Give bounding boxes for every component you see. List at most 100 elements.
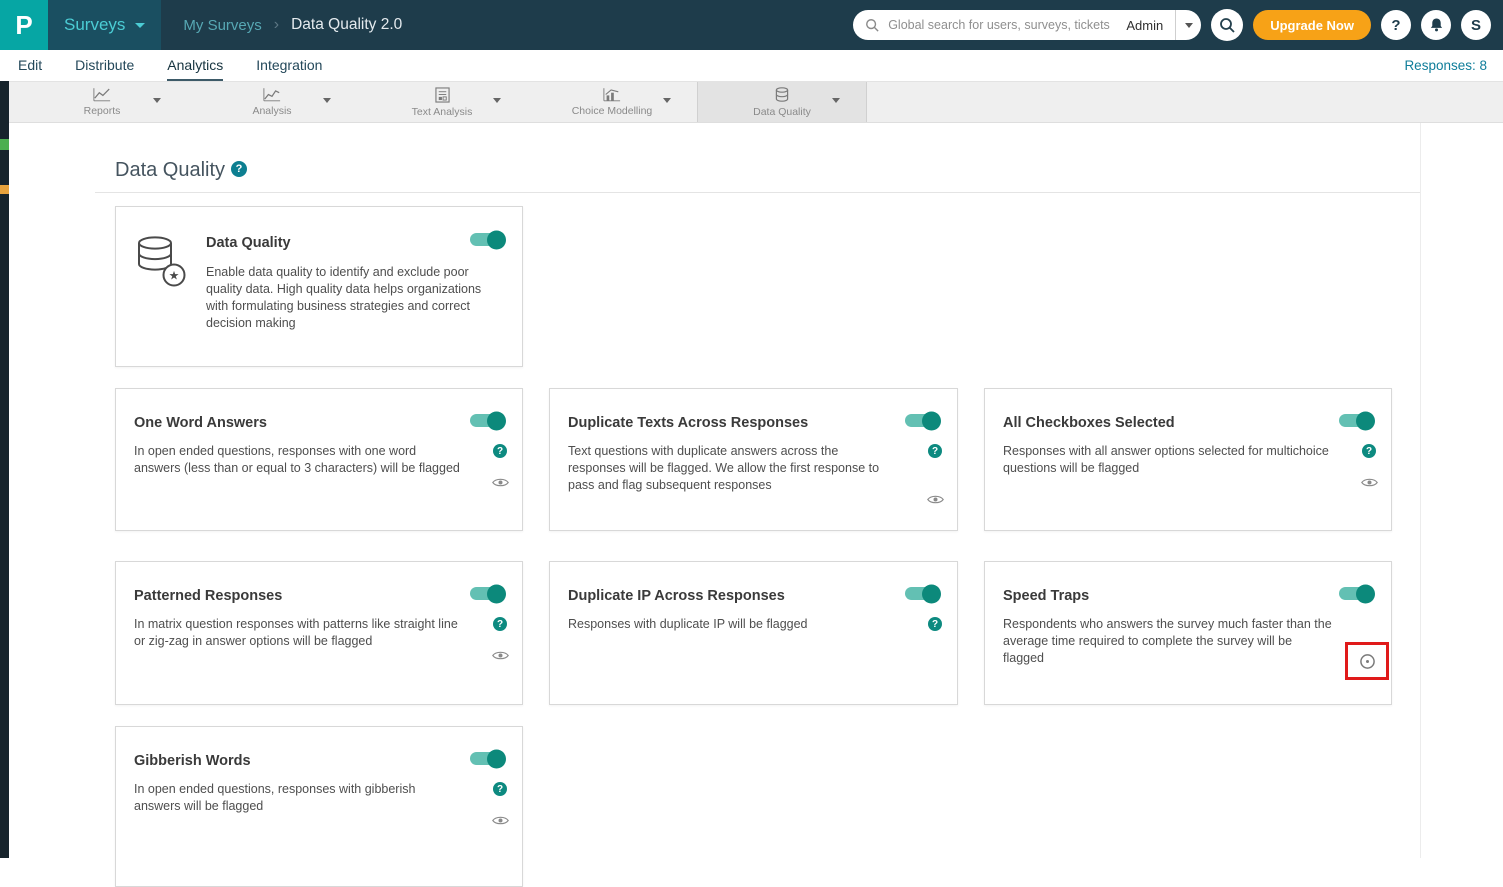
help-icon[interactable]: ? — [493, 782, 507, 796]
app-logo[interactable]: P — [0, 0, 48, 50]
bar-line-chart-icon — [603, 87, 621, 102]
chevron-down-icon[interactable] — [323, 98, 331, 103]
card-title: Gibberish Words — [134, 753, 251, 769]
gibberish-words-toggle[interactable] — [470, 752, 504, 765]
toolbar-item-label: Reports — [84, 105, 121, 117]
clock-icon — [1359, 653, 1376, 670]
speed-traps-toggle[interactable] — [1339, 587, 1373, 600]
data-quality-toggle[interactable] — [470, 233, 504, 246]
global-search-bar: Admin — [853, 10, 1201, 40]
help-icon[interactable]: ? — [493, 444, 507, 458]
product-switcher[interactable]: Surveys — [48, 0, 161, 50]
chevron-down-icon[interactable] — [153, 98, 161, 103]
search-submit-button[interactable] — [1211, 9, 1243, 41]
card-title: Data Quality — [206, 235, 291, 251]
breadcrumb-separator: › — [274, 16, 279, 34]
help-icon[interactable]: ? — [928, 444, 942, 458]
question-mark-icon: ? — [1391, 17, 1400, 34]
highlight-annotation-box[interactable] — [1345, 642, 1389, 680]
help-icon[interactable]: ? — [1362, 444, 1376, 458]
chevron-down-icon[interactable] — [493, 98, 501, 103]
bell-icon — [1429, 17, 1444, 33]
breadcrumb-parent[interactable]: My Surveys — [183, 17, 261, 34]
upgrade-now-button[interactable]: Upgrade Now — [1253, 10, 1371, 40]
eye-icon[interactable] — [492, 815, 509, 826]
toolbar-item-reports[interactable]: Reports — [17, 82, 187, 122]
collapsed-sidebar-rail[interactable] — [0, 81, 9, 858]
card-description: Responses with duplicate IP will be flag… — [568, 616, 898, 633]
line-chart-icon — [93, 87, 111, 102]
all-checkboxes-card: All Checkboxes Selected Responses with a… — [984, 388, 1392, 531]
duplicate-ip-card: Duplicate IP Across Responses Responses … — [549, 561, 958, 705]
card-description: In open ended questions, responses with … — [134, 781, 464, 815]
tab-integration[interactable]: Integration — [256, 50, 322, 81]
toolbar-item-label: Choice Modelling — [572, 105, 653, 117]
page-header: Data Quality ? — [95, 123, 1420, 193]
toolbar-item-choice-modelling[interactable]: Choice Modelling — [527, 82, 697, 122]
chevron-down-icon — [1185, 23, 1193, 28]
duplicate-ip-toggle[interactable] — [905, 587, 939, 600]
toolbar-item-data-quality[interactable]: Data Quality — [697, 82, 867, 122]
help-icon[interactable]: ? — [493, 617, 507, 631]
data-quality-master-card: ★ Data Quality Enable data quality to id… — [115, 206, 523, 367]
patterned-responses-toggle[interactable] — [470, 587, 504, 600]
notifications-button[interactable] — [1421, 10, 1451, 40]
eye-icon[interactable] — [492, 477, 509, 488]
card-title: Patterned Responses — [134, 588, 282, 604]
top-navbar: P Surveys My Surveys › Data Quality 2.0 … — [0, 0, 1503, 50]
data-quality-panel: Data Quality ? ★ Data Quality Enable dat… — [95, 123, 1421, 858]
toolbar-item-text-analysis[interactable]: Text Analysis — [357, 82, 527, 122]
rail-marker — [0, 139, 9, 150]
one-word-answers-toggle[interactable] — [470, 414, 504, 427]
help-button[interactable]: ? — [1381, 10, 1411, 40]
card-title: One Word Answers — [134, 415, 267, 431]
tab-distribute[interactable]: Distribute — [75, 50, 134, 81]
user-avatar[interactable]: S — [1461, 10, 1491, 40]
navbar-right-group: Admin Upgrade Now ? S — [853, 9, 1503, 41]
breadcrumb: My Surveys › Data Quality 2.0 — [183, 16, 402, 34]
tab-analytics[interactable]: Analytics — [167, 50, 223, 81]
card-description: Enable data quality to identify and excl… — [206, 264, 492, 332]
eye-icon[interactable] — [492, 650, 509, 661]
duplicate-texts-card: Duplicate Texts Across Responses Text qu… — [549, 388, 958, 531]
one-word-answers-card: One Word Answers In open ended questions… — [115, 388, 523, 531]
page-help-icon[interactable]: ? — [231, 161, 247, 177]
eye-icon[interactable] — [1361, 477, 1378, 488]
eye-icon[interactable] — [927, 494, 944, 505]
survey-tabs: Edit Distribute Analytics Integration Re… — [0, 50, 1503, 81]
search-icon — [865, 18, 879, 32]
breadcrumb-current: Data Quality 2.0 — [291, 16, 402, 34]
text-analysis-icon — [435, 87, 450, 103]
patterned-responses-card: Patterned Responses In matrix question r… — [115, 561, 523, 705]
search-icon — [1219, 17, 1235, 33]
card-title: Duplicate Texts Across Responses — [568, 415, 808, 431]
chevron-down-icon[interactable] — [663, 98, 671, 103]
toolbar-item-label: Analysis — [252, 105, 291, 117]
toolbar-item-analysis[interactable]: Analysis — [187, 82, 357, 122]
card-description: Responses with all answer options select… — [1003, 443, 1333, 477]
svg-text:★: ★ — [169, 269, 180, 283]
gibberish-words-card: Gibberish Words In open ended questions,… — [115, 726, 523, 887]
card-title: Duplicate IP Across Responses — [568, 588, 785, 604]
scope-dropdown-button[interactable] — [1175, 10, 1201, 40]
toolbar-item-label: Data Quality — [753, 106, 811, 118]
all-checkboxes-toggle[interactable] — [1339, 414, 1373, 427]
toolbar-item-label: Text Analysis — [412, 106, 473, 118]
page-title: Data Quality — [115, 159, 225, 182]
card-title: Speed Traps — [1003, 588, 1089, 604]
speed-traps-card: Speed Traps Respondents who answers the … — [984, 561, 1392, 705]
duplicate-texts-toggle[interactable] — [905, 414, 939, 427]
database-icon — [775, 87, 789, 103]
card-title: All Checkboxes Selected — [1003, 415, 1175, 431]
tab-edit[interactable]: Edit — [18, 50, 42, 81]
help-icon[interactable]: ? — [928, 617, 942, 631]
card-description: Respondents who answers the survey much … — [1003, 616, 1333, 667]
search-scope-selector[interactable]: Admin — [1120, 18, 1175, 33]
card-description: Text questions with duplicate answers ac… — [568, 443, 898, 494]
card-description: In matrix question responses with patter… — [134, 616, 464, 650]
rail-marker — [0, 185, 9, 194]
responses-count[interactable]: Responses: 8 — [1404, 50, 1503, 81]
chevron-down-icon[interactable] — [832, 98, 840, 103]
analytics-toolbar: Reports Analysis Text Analysis Choice Mo… — [0, 81, 1503, 123]
search-input[interactable] — [886, 17, 1120, 33]
